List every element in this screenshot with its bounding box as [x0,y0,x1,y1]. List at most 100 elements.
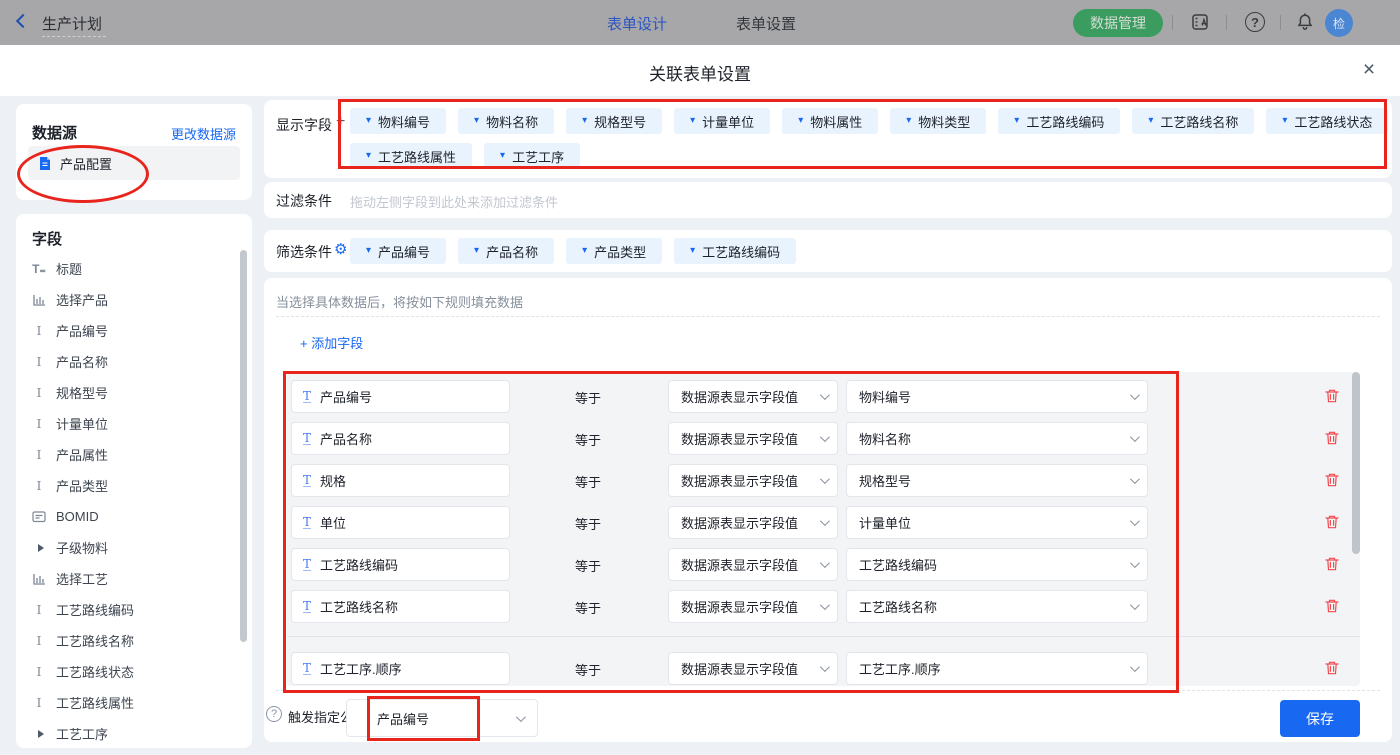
chevron-down-icon [820,432,830,442]
filter-dropzone-placeholder[interactable]: 拖动左侧字段到此处来添加过滤条件 [350,192,558,211]
tab-form-design[interactable]: 表单设计 [607,13,667,34]
close-icon[interactable]: × [1356,57,1382,83]
save-button[interactable]: 保存 [1280,700,1360,737]
rule-field-box[interactable]: T工艺路线名称 [291,590,510,623]
app-title[interactable]: 生产计划 [42,13,102,34]
field-item[interactable]: 工艺工序 [32,718,232,748]
trash-icon[interactable] [1324,430,1340,446]
back-icon[interactable] [16,14,30,28]
field-item[interactable]: I工艺路线属性 [32,687,232,718]
tab-form-settings[interactable]: 表单设置 [736,13,796,34]
field-item[interactable]: I工艺路线编码 [32,594,232,625]
field-item[interactable]: I产品编号 [32,315,232,346]
filter-section: 过滤条件 拖动左侧字段到此处来添加过滤条件 [264,182,1392,218]
rule-source-select[interactable]: 数据源表显示字段值 [668,464,838,497]
field-item[interactable]: I规格型号 [32,377,232,408]
display-field-tag[interactable]: ▾物料属性 [782,108,878,134]
datasource-item[interactable]: 产品配置 [28,146,240,180]
field-item[interactable]: BOMID [32,501,232,532]
text-field-icon: T [303,558,311,571]
screening-tag[interactable]: ▾产品编号 [350,238,446,264]
field-item[interactable]: I产品属性 [32,439,232,470]
rule-value-select[interactable]: 规格型号 [846,464,1148,497]
trash-icon[interactable] [1324,660,1340,676]
rule-source-select[interactable]: 数据源表显示字段值 [668,380,838,413]
change-datasource-link[interactable]: 更改数据源 [171,124,236,143]
rule-operator: 等于 [575,388,601,407]
rule-field-box[interactable]: T产品编号 [291,380,510,413]
screening-tag[interactable]: ▾产品名称 [458,238,554,264]
display-field-tag[interactable]: ▾工艺路线名称 [1132,108,1254,134]
rule-row: T工艺路线编码 等于 数据源表显示字段值 工艺路线编码 [264,548,1392,581]
avatar[interactable]: 检 [1325,9,1353,37]
display-field-tag[interactable]: ▾物料编号 [350,108,446,134]
field-item[interactable]: I计量单位 [32,408,232,439]
chevron-down-icon: ▾ [366,116,371,126]
screening-tag[interactable]: ▾工艺路线编码 [674,238,796,264]
divider [1226,15,1227,30]
help-icon[interactable]: ? [1245,12,1265,32]
rule-row: T工艺路线名称 等于 数据源表显示字段值 工艺路线名称 [264,590,1392,623]
rule-value-select[interactable]: 物料名称 [846,422,1148,455]
chevron-down-icon [820,516,830,526]
rule-field-box[interactable]: T工艺路线编码 [291,548,510,581]
rule-source-select[interactable]: 数据源表显示字段值 [668,590,838,623]
display-field-tags: ▾物料编号 ▾物料名称 ▾规格型号 ▾计量单位 ▾物料属性 ▾物料类型 ▾工艺路… [350,108,1390,169]
chevron-down-icon [1130,390,1140,400]
rule-field-box[interactable]: T单位 [291,506,510,539]
trash-icon[interactable] [1324,514,1340,530]
trash-icon[interactable] [1324,598,1340,614]
display-field-tag[interactable]: ▾物料类型 [890,108,986,134]
display-field-tag[interactable]: ▾工艺路线状态 [1266,108,1388,134]
rule-value-select[interactable]: 工艺路线名称 [846,590,1148,623]
display-field-tag[interactable]: ▾工艺路线属性 [350,143,472,169]
gear-icon[interactable]: ⚙ [334,242,347,257]
field-item[interactable]: T₌标题 [32,253,232,284]
trash-icon[interactable] [1324,388,1340,404]
field-item[interactable]: I产品类型 [32,470,232,501]
rule-source-select[interactable]: 数据源表显示字段值 [668,548,838,581]
rule-value-select[interactable]: 物料编号 [846,380,1148,413]
field-item[interactable]: 选择工艺 [32,563,232,594]
dictionary-icon[interactable] [1190,12,1210,37]
field-item[interactable]: I产品名称 [32,346,232,377]
chevron-down-icon: ▾ [690,246,695,256]
field-item[interactable]: 选择产品 [32,284,232,315]
rule-field-box[interactable]: T规格 [291,464,510,497]
text-field-icon: T [303,390,311,403]
field-item[interactable]: 子级物料 [32,532,232,563]
rule-value-select[interactable]: 工艺路线编码 [846,548,1148,581]
fields-scrollbar[interactable] [240,250,247,642]
data-manage-button[interactable]: 数据管理 [1073,9,1163,37]
rule-row: T工艺工序.顺序 等于 数据源表显示字段值 工艺工序.顺序 [264,652,1392,685]
screening-tag[interactable]: ▾产品类型 [566,238,662,264]
rule-value-select[interactable]: 计量单位 [846,506,1148,539]
trash-icon[interactable] [1324,556,1340,572]
screening-section: 筛选条件 ⚙ ▾产品编号 ▾产品名称 ▾产品类型 ▾工艺路线编码 [264,230,1392,272]
add-display-field-button[interactable]: + [336,113,345,131]
display-field-tag[interactable]: ▾规格型号 [566,108,662,134]
display-field-tag[interactable]: ▾工艺路线编码 [998,108,1120,134]
rule-source-select[interactable]: 数据源表显示字段值 [668,652,838,685]
add-field-button[interactable]: + 添加字段 [300,333,363,352]
display-field-tag[interactable]: ▾计量单位 [674,108,770,134]
display-field-tag[interactable]: ▾物料名称 [458,108,554,134]
fields-panel-title: 字段 [32,228,62,249]
rule-source-select[interactable]: 数据源表显示字段值 [668,422,838,455]
rule-value-select[interactable]: 工艺工序.顺序 [846,652,1148,685]
rule-source-select[interactable]: 数据源表显示字段值 [668,506,838,539]
trigger-formula-select[interactable]: 产品编号 [346,699,538,737]
display-field-tag[interactable]: ▾工艺工序 [484,143,580,169]
screening-label: 筛选条件 [276,242,332,262]
notification-bell-icon[interactable] [1295,12,1315,37]
help-icon[interactable]: ? [266,706,282,722]
field-item[interactable]: I工艺路线状态 [32,656,232,687]
text-field-icon: T [303,516,311,529]
rule-operator: 等于 [575,598,601,617]
chevron-down-icon: ▾ [1282,116,1287,126]
chevron-down-icon: ▾ [366,151,371,161]
rule-field-box[interactable]: T工艺工序.顺序 [291,652,510,685]
field-item[interactable]: I工艺路线名称 [32,625,232,656]
rule-field-box[interactable]: T产品名称 [291,422,510,455]
trash-icon[interactable] [1324,472,1340,488]
